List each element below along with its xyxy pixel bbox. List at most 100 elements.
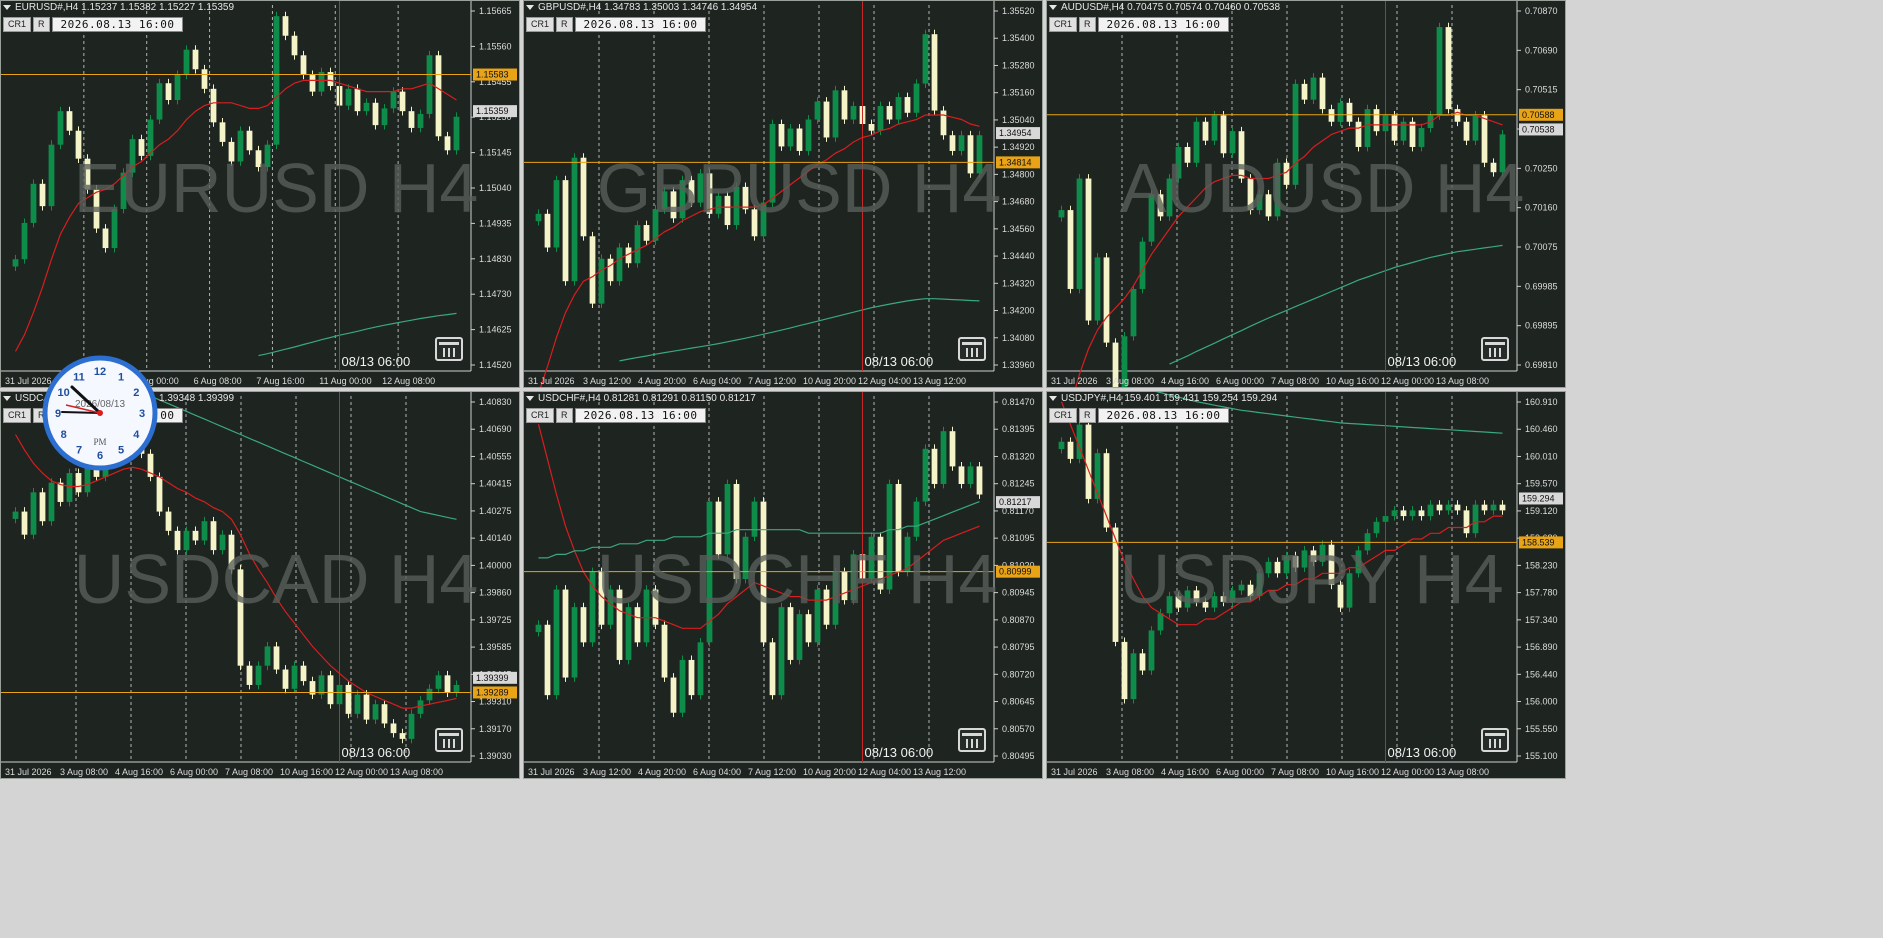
candle-body — [967, 466, 974, 484]
price-tick-label: 1.40555 — [479, 451, 512, 461]
window-layout-icon[interactable] — [435, 337, 463, 361]
collapse-triangle-icon[interactable] — [526, 4, 534, 10]
price-tick-label: 1.14625 — [479, 325, 512, 335]
cr-button[interactable]: CR1 — [3, 408, 32, 423]
cr-button[interactable]: CR1 — [526, 408, 555, 423]
chart-window-usdjpy[interactable]: 160.910160.460160.010159.570159.120158.6… — [1046, 391, 1566, 779]
candle-body — [976, 466, 983, 495]
chart-window-audusd[interactable]: 0.708700.706900.705150.704250.702500.701… — [1046, 0, 1566, 388]
chart-window-usdchf[interactable]: 0.81470 0.81395 0.81320 0.81245 0.81170 0.810… — [523, 391, 1043, 779]
candle-body — [1373, 109, 1380, 132]
window-layout-icon[interactable] — [958, 728, 986, 752]
clock-center-hub — [97, 410, 103, 416]
time-tick-label: 12 Aug 04:00 — [858, 767, 911, 777]
time-tick-label: 10 Aug 16:00 — [1326, 767, 1379, 777]
collapse-triangle-icon[interactable] — [3, 4, 11, 10]
time-tick-label: 31 Jul 2026 — [1051, 767, 1098, 777]
cr-button[interactable]: CR1 — [3, 17, 32, 32]
window-layout-icon[interactable] — [1481, 728, 1509, 752]
symbol-header[interactable]: EURUSD#,H4 1.15237 1.15382 1.15227 1.153… — [3, 2, 234, 13]
candle-body — [309, 74, 316, 92]
candle-body — [300, 55, 307, 75]
collapse-triangle-icon[interactable] — [3, 395, 11, 401]
datetime-field[interactable]: 2026.08.13 16:00 — [574, 408, 707, 423]
price-tick-label: 0.70515 — [1525, 85, 1558, 95]
price-tick-label: 0.80720 — [1002, 669, 1035, 679]
datetime-field[interactable]: 2026.08.13 16:00 — [1097, 408, 1230, 423]
chart-window-gbpusd[interactable]: 1.35520 1.35400 1.35280 1.35160 1.35040 1.349… — [523, 0, 1043, 388]
window-layout-icon[interactable] — [1481, 337, 1509, 361]
window-layout-icon[interactable] — [435, 728, 463, 752]
cr-button[interactable]: CR1 — [526, 17, 555, 32]
candle-body — [1058, 441, 1065, 450]
crosshair-time-label: 08/13 06:00 — [864, 354, 934, 369]
r-button[interactable]: R — [33, 17, 50, 32]
price-tick-label: 0.80495 — [1002, 751, 1035, 761]
candle-body — [399, 733, 406, 739]
time-tick-label: 7 Aug 08:00 — [1271, 767, 1319, 777]
chart-window-eurusd[interactable]: 1.15665 1.15560 1.15455 1.15250 1.15145 1.150… — [0, 0, 520, 388]
clock-hour-numeral: 3 — [139, 408, 145, 420]
price-tick-label: 156.440 — [1525, 669, 1558, 679]
candle-body — [832, 90, 839, 138]
moving-average-slow — [1169, 244, 1503, 365]
time-tick-label: 10 Aug 16:00 — [280, 767, 333, 777]
r-button[interactable]: R — [1079, 17, 1096, 32]
candle-body — [372, 704, 379, 720]
symbol-header[interactable]: GBPUSD#,H4 1.34783 1.35003 1.34746 1.349… — [526, 2, 757, 13]
candle-body — [183, 49, 190, 75]
price-tick-label: 1.40140 — [479, 533, 512, 543]
time-tick-label: 3 Aug 08:00 — [60, 767, 108, 777]
price-tick-label: 1.14520 — [479, 360, 512, 370]
collapse-triangle-icon[interactable] — [1049, 4, 1057, 10]
window-layout-icon[interactable] — [958, 337, 986, 361]
candle-body — [282, 669, 289, 689]
candle-body — [580, 157, 587, 237]
r-button[interactable]: R — [556, 408, 573, 423]
r-button[interactable]: R — [556, 17, 573, 32]
price-tick-label: 158.230 — [1525, 560, 1558, 570]
price-tick-label: 1.40275 — [479, 506, 512, 516]
cr-button[interactable]: CR1 — [1049, 17, 1078, 32]
analog-clock-widget[interactable]: 1234567891011 122026/08/13PM — [42, 355, 158, 471]
price-tag-label: 1.39289 — [476, 687, 509, 697]
cr-button[interactable]: CR1 — [1049, 408, 1078, 423]
candle-body — [192, 49, 199, 70]
price-tick-label: 0.69985 — [1525, 281, 1558, 291]
datetime-field[interactable]: 2026.08.13 16:00 — [574, 17, 707, 32]
candle-body — [688, 659, 695, 696]
candle-body — [426, 688, 433, 701]
symbol-header[interactable]: USDCHF#,H4 0.81281 0.81291 0.81150 0.812… — [526, 393, 756, 404]
price-tick-label: 1.15560 — [479, 41, 512, 51]
time-tick-label: 13 Aug 08:00 — [390, 767, 443, 777]
price-tick-label: 0.80870 — [1002, 615, 1035, 625]
candle-body — [1391, 510, 1398, 517]
time-tick-label: 3 Aug 12:00 — [583, 376, 631, 386]
candle-body — [1148, 630, 1155, 671]
moving-average-slow — [619, 298, 980, 362]
symbol-header[interactable]: AUDUSD#,H4 0.70475 0.70574 0.70460 0.705… — [1049, 2, 1280, 13]
chart-mini-toolbar: CR1R2026.08.13 16:00 — [1049, 408, 1230, 423]
price-tick-label: 1.39170 — [479, 724, 512, 734]
time-tick-label: 12 Aug 04:00 — [858, 376, 911, 386]
r-button[interactable]: R — [1079, 408, 1096, 423]
candle-body — [30, 183, 37, 223]
datetime-field[interactable]: 2026.08.13 16:00 — [51, 17, 184, 32]
candle-body — [390, 91, 397, 109]
candle-body — [589, 236, 596, 304]
datetime-field[interactable]: 2026.08.13 16:00 — [1097, 17, 1230, 32]
price-tick-label: 1.34320 — [1002, 278, 1035, 288]
collapse-triangle-icon[interactable] — [526, 395, 534, 401]
symbol-header[interactable]: USDJPY#,H4 159.401 159.431 159.254 159.2… — [1049, 393, 1277, 404]
price-tick-label: 1.35400 — [1002, 33, 1035, 43]
candle-body — [1409, 121, 1416, 147]
candle-body — [877, 106, 884, 131]
price-tick-label: 1.40690 — [479, 424, 512, 434]
clock-hour-numeral: 4 — [133, 429, 140, 441]
candle-body — [12, 511, 19, 519]
candle-body — [787, 128, 794, 147]
candle-body — [453, 116, 460, 151]
price-tag-label: 159.294 — [1522, 493, 1555, 503]
collapse-triangle-icon[interactable] — [1049, 395, 1057, 401]
chart-mini-toolbar: CR1R2026.08.13 16:00 — [526, 408, 707, 423]
